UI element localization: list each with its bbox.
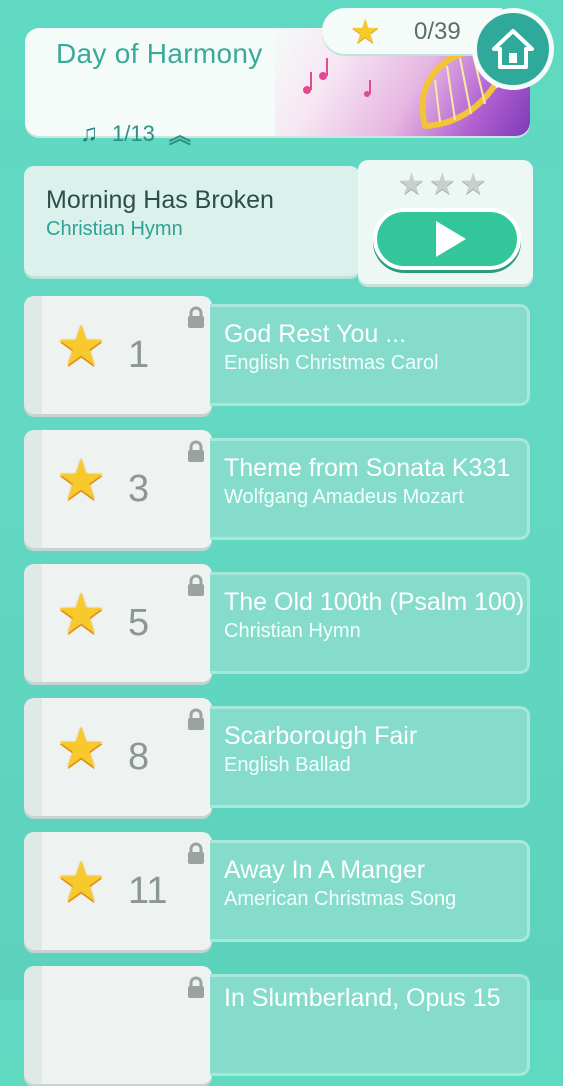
music-note-icon: ♫ <box>80 120 98 147</box>
chevron-up-icon[interactable]: ︽ <box>169 118 191 150</box>
song-row[interactable]: ★ 1 God Rest You ... English Christmas C… <box>24 296 532 416</box>
song-row[interactable]: ★ 5 The Old 100th (Psalm 100) Christian … <box>24 564 532 684</box>
song-lock-tile <box>24 296 212 414</box>
song-subtitle: American Christmas Song <box>224 888 457 910</box>
song-lock-tile <box>24 698 212 816</box>
current-song-subtitle: Christian Hymn <box>46 218 183 240</box>
lock-icon <box>188 842 204 864</box>
star-icon: ★ <box>56 716 107 779</box>
lock-icon <box>188 306 204 328</box>
required-stars: 11 <box>128 870 168 912</box>
lock-icon <box>188 574 204 596</box>
required-stars: 3 <box>128 468 150 510</box>
song-rating-stars: ★★★ <box>398 168 491 201</box>
song-row[interactable]: ★ 8 Scarborough Fair English Ballad <box>24 698 532 818</box>
star-icon: ★ <box>56 448 107 511</box>
song-subtitle: Wolfgang Amadeus Mozart <box>224 486 464 508</box>
song-lock-tile <box>24 966 212 1084</box>
song-title: God Rest You ... <box>224 320 407 348</box>
page-title: Day of Harmony <box>56 38 263 69</box>
song-title: Scarborough Fair <box>224 722 418 750</box>
song-lock-tile <box>24 564 212 682</box>
current-song-title: Morning Has Broken <box>46 186 274 214</box>
song-subtitle: English Christmas Carol <box>224 352 439 374</box>
required-stars: 5 <box>128 602 150 644</box>
lock-icon <box>188 708 204 730</box>
star-icon: ★ <box>56 314 107 377</box>
song-subtitle: English Ballad <box>224 754 351 776</box>
required-stars: 1 <box>128 334 150 376</box>
home-icon <box>492 29 534 69</box>
song-lock-tile <box>24 832 212 950</box>
song-lock-tile <box>24 430 212 548</box>
song-subtitle: Christian Hymn <box>224 620 361 642</box>
home-button[interactable] <box>472 8 554 90</box>
song-title: Theme from Sonata K331 <box>224 454 511 482</box>
level-progress-text: 1/13 <box>112 121 155 146</box>
song-row[interactable]: ★ 11 Away In A Manger American Christmas… <box>24 832 532 952</box>
song-title: In Slumberland, Opus 15 <box>224 984 501 1012</box>
star-icon: ★ <box>56 850 107 913</box>
song-title: Away In A Manger <box>224 856 426 884</box>
lock-icon <box>188 440 204 462</box>
song-row[interactable]: ★ 3 Theme from Sonata K331 Wolfgang Amad… <box>24 430 532 550</box>
play-icon <box>436 221 466 257</box>
star-icon: ★ <box>350 13 381 51</box>
lock-icon <box>188 976 204 998</box>
star-icon: ★ <box>56 582 107 645</box>
level-progress: ♫ 1/13 ︽ <box>80 118 191 150</box>
song-title: The Old 100th (Psalm 100) <box>224 588 525 616</box>
star-count: 0/39 <box>414 18 461 45</box>
play-button[interactable] <box>373 208 521 270</box>
required-stars: 8 <box>128 736 150 778</box>
song-row[interactable]: In Slumberland, Opus 15 <box>24 966 532 1086</box>
